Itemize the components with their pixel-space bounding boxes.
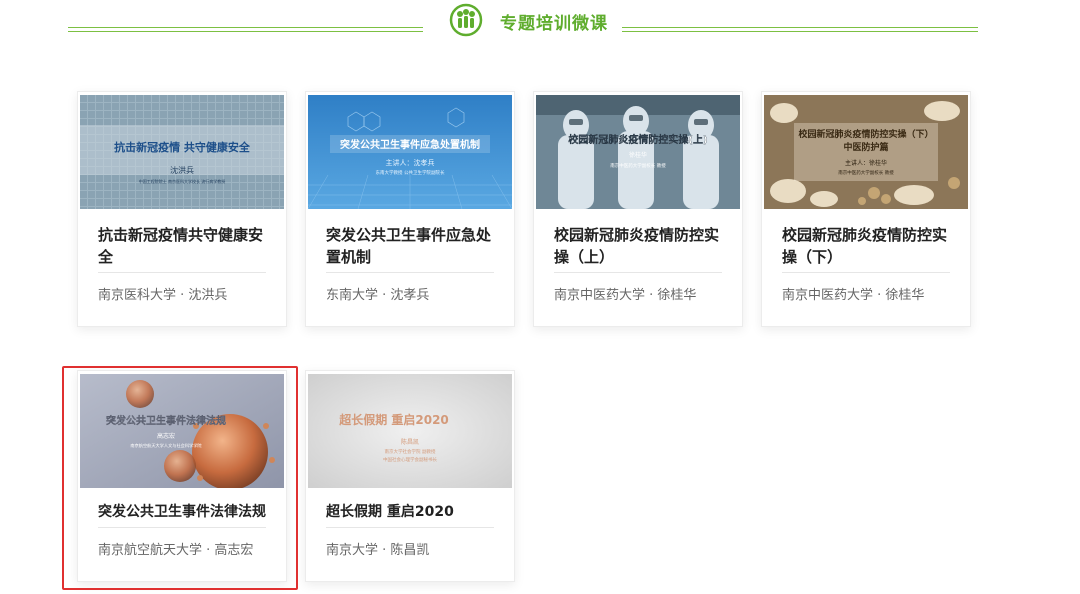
course-meta: 南京中医药大学 · 徐桂华: [782, 288, 925, 303]
thumb-title: 超长假期 重启2020: [338, 412, 449, 427]
course-card[interactable]: 校园新冠肺炎疫情防控实操（下） 中医防护篇 主讲人：徐桂华 南京中医药大学副校长…: [761, 91, 971, 327]
thumb-title: 抗击新冠疫情 共守健康安全: [114, 140, 251, 154]
course-thumbnail[interactable]: 抗击新冠疫情 共守健康安全 沈洪兵 中国工程院院士 南京医科大学校长 流行病学教…: [80, 95, 284, 209]
card-divider: [98, 272, 266, 273]
course-card[interactable]: 超长假期 重启2020 陈昌凯 南京大学社会学院 副教授 中国社会心理学会副秘书…: [305, 370, 515, 582]
thumb-speaker: 陈昌凯: [401, 438, 419, 446]
course-thumbnail[interactable]: 超长假期 重启2020 陈昌凯 南京大学社会学院 副教授 中国社会心理学会副秘书…: [308, 374, 512, 488]
section-title: 专题培训微课: [500, 14, 608, 34]
course-meta: 南京医科大学 · 沈洪兵: [98, 288, 228, 303]
thumb-sub2: 中国社会心理学会副秘书长: [383, 456, 437, 463]
thumb-sub: 东南大学教授 公共卫生学院副院长: [376, 169, 445, 176]
course-card[interactable]: 校园新冠肺炎疫情防控实操(上) 徐桂华 南京中医药大学副校长 教授 校园新冠肺炎…: [533, 91, 743, 327]
course-thumbnail[interactable]: 校园新冠肺炎疫情防控实操（下） 中医防护篇 主讲人：徐桂华 南京中医药大学副校长…: [764, 95, 968, 209]
thumb-title: 突发公共卫生事件应急处置机制: [340, 138, 480, 151]
thumb-speaker: 沈洪兵: [170, 165, 194, 175]
thumb-subtitle: 中医防护篇: [843, 141, 888, 153]
course-title[interactable]: 突发公共卫生事件应急处置机制: [326, 224, 494, 268]
header-divider-left: [68, 27, 423, 32]
course-title[interactable]: 抗击新冠疫情共守健康安全: [98, 224, 266, 268]
course-meta: 南京中医药大学 · 徐桂华: [554, 288, 697, 303]
course-thumbnail[interactable]: 突发公共卫生事件应急处置机制 主讲人：沈孝兵 东南大学教授 公共卫生学院副院长: [308, 95, 512, 209]
course-title[interactable]: 超长假期 重启2020: [326, 501, 494, 523]
course-title[interactable]: 校园新冠肺炎疫情防控实操（下）: [782, 224, 950, 268]
section-header: 专题培训微课: [0, 0, 1080, 48]
thumb-speaker: 徐桂华: [629, 151, 647, 159]
thumb-sub: 南京中医药大学副校长 教授: [610, 162, 666, 169]
card-divider: [326, 272, 494, 273]
course-meta: 东南大学 · 沈孝兵: [326, 288, 430, 303]
training-logo-icon: [449, 3, 483, 37]
course-card[interactable]: 抗击新冠疫情 共守健康安全 沈洪兵 中国工程院院士 南京医科大学校长 流行病学教…: [77, 91, 287, 327]
selection-highlight: [62, 366, 298, 590]
thumb-sub: 中国工程院院士 南京医科大学校长 流行病学教授: [139, 178, 226, 184]
thumb-speaker: 主讲人：徐桂华: [845, 159, 887, 167]
thumb-sub: 南京中医药大学副校长 教授: [838, 169, 894, 176]
thumb-title: 校园新冠肺炎疫情防控实操(上): [568, 133, 707, 146]
course-thumbnail[interactable]: 校园新冠肺炎疫情防控实操(上) 徐桂华 南京中医药大学副校长 教授: [536, 95, 740, 209]
card-divider: [782, 272, 950, 273]
thumb-sub: 南京大学社会学院 副教授: [385, 448, 436, 455]
thumb-title: 校园新冠肺炎疫情防控实操（下）: [798, 128, 933, 140]
course-card[interactable]: 突发公共卫生事件应急处置机制 主讲人：沈孝兵 东南大学教授 公共卫生学院副院长 …: [305, 91, 515, 327]
course-title[interactable]: 校园新冠肺炎疫情防控实操（上）: [554, 224, 722, 268]
card-divider: [554, 272, 722, 273]
course-meta: 南京大学 · 陈昌凯: [326, 543, 430, 558]
header-divider-right: [622, 27, 978, 32]
card-divider: [326, 527, 494, 528]
thumb-speaker: 主讲人：沈孝兵: [386, 158, 435, 167]
